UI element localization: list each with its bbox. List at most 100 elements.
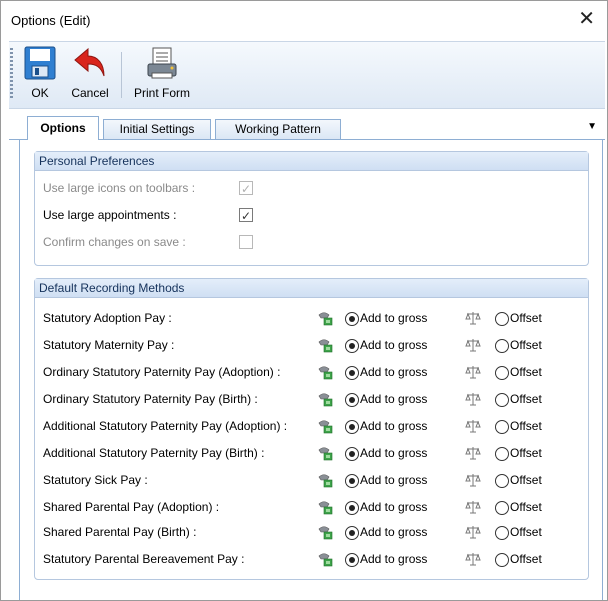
large-icons-checkbox: ✓	[239, 181, 253, 196]
offset-radio[interactable]	[495, 553, 509, 567]
recording-row-label: Statutory Maternity Pay :	[43, 338, 175, 352]
add-to-gross-label[interactable]: Add to gross	[360, 549, 427, 569]
offset-label[interactable]: Offset	[510, 497, 542, 517]
add-to-gross-label[interactable]: Add to gross	[360, 335, 427, 355]
print-form-label: Print Form	[133, 86, 190, 100]
default-recording-methods-group: Default Recording Methods Statutory Adop…	[34, 278, 589, 580]
add-to-gross-label[interactable]: Add to gross	[360, 497, 427, 517]
recording-row: Additional Statutory Paternity Pay (Adop…	[43, 416, 583, 436]
add-to-gross-label[interactable]: Add to gross	[360, 470, 427, 490]
offset-radio[interactable]	[495, 312, 509, 326]
offset-radio[interactable]	[495, 339, 509, 353]
radio-dot	[349, 478, 355, 484]
offset-label[interactable]: Offset	[510, 362, 542, 382]
recording-row-label: Statutory Parental Bereavement Pay :	[43, 552, 245, 566]
offset-label[interactable]: Offset	[510, 522, 542, 542]
print-form-button[interactable]: Print Form	[127, 44, 197, 104]
check-mark-icon: ✓	[241, 182, 252, 196]
radio-dot	[349, 557, 355, 563]
add-to-gross-label[interactable]: Add to gross	[360, 389, 427, 409]
add-to-gross-label[interactable]: Add to gross	[360, 416, 427, 436]
scale-icon	[465, 499, 481, 521]
toolbar-separator	[121, 52, 122, 98]
add-to-gross-label[interactable]: Add to gross	[360, 443, 427, 463]
tab-strip: Options Initial Settings Working Pattern…	[9, 113, 605, 140]
add-to-gross-radio[interactable]	[345, 474, 359, 488]
add-to-gross-radio[interactable]	[345, 447, 359, 461]
scale-icon	[465, 472, 481, 494]
tab-initial-settings[interactable]: Initial Settings	[103, 119, 211, 139]
radio-dot	[349, 451, 355, 457]
ok-button[interactable]: OK	[17, 44, 63, 104]
personal-preferences-header: Personal Preferences	[35, 152, 588, 171]
money-add-icon	[317, 524, 333, 546]
pref-label: Confirm changes on save :	[43, 235, 186, 249]
offset-radio[interactable]	[495, 526, 509, 540]
tab-options[interactable]: Options	[27, 116, 99, 140]
default-recording-methods-header: Default Recording Methods	[35, 279, 588, 298]
recording-row-label: Shared Parental Pay (Birth) :	[43, 525, 197, 539]
cancel-button[interactable]: Cancel	[65, 44, 115, 104]
radio-dot	[349, 530, 355, 536]
offset-label[interactable]: Offset	[510, 416, 542, 436]
recording-row: Shared Parental Pay (Birth) : Add to gros…	[43, 522, 583, 542]
add-to-gross-radio[interactable]	[345, 312, 359, 326]
add-to-gross-radio[interactable]	[345, 420, 359, 434]
scale-icon	[465, 310, 481, 332]
recording-row-label: Ordinary Statutory Paternity Pay (Adopti…	[43, 365, 281, 379]
offset-radio[interactable]	[495, 366, 509, 380]
money-add-icon	[317, 364, 333, 386]
offset-label[interactable]: Offset	[510, 549, 542, 569]
title-bar: Options (Edit) ✕	[1, 1, 607, 41]
undo-arrow-icon	[74, 47, 105, 77]
toolbar-grip[interactable]	[10, 48, 13, 100]
money-add-icon	[317, 551, 333, 573]
pref-label: Use large appointments :	[43, 208, 177, 222]
close-icon[interactable]: ✕	[578, 9, 595, 29]
offset-label[interactable]: Offset	[510, 443, 542, 463]
offset-label[interactable]: Offset	[510, 389, 542, 409]
radio-dot	[349, 316, 355, 322]
recording-row-label: Additional Statutory Paternity Pay (Birt…	[43, 446, 265, 460]
large-appointments-checkbox[interactable]: ✓	[239, 208, 253, 223]
recording-row: Statutory Maternity Pay : Add to gross Off…	[43, 335, 583, 355]
offset-radio[interactable]	[495, 420, 509, 434]
tab-working-pattern[interactable]: Working Pattern	[215, 119, 341, 139]
offset-label[interactable]: Offset	[510, 335, 542, 355]
add-to-gross-radio[interactable]	[345, 553, 359, 567]
recording-row: Shared Parental Pay (Adoption) : Add to g…	[43, 497, 583, 517]
confirm-changes-checkbox	[239, 235, 253, 249]
recording-row: Ordinary Statutory Paternity Pay (Birth)…	[43, 389, 583, 409]
offset-radio[interactable]	[495, 393, 509, 407]
pref-row-large-appointments: Use large appointments : ✓	[43, 205, 343, 225]
add-to-gross-radio[interactable]	[345, 526, 359, 540]
scale-icon	[465, 364, 481, 386]
recording-row: Additional Statutory Paternity Pay (Birt…	[43, 443, 583, 463]
money-add-icon	[317, 499, 333, 521]
add-to-gross-label[interactable]: Add to gross	[360, 308, 427, 328]
offset-label[interactable]: Offset	[510, 470, 542, 490]
offset-radio[interactable]	[495, 501, 509, 515]
radio-dot	[349, 370, 355, 376]
radio-dot	[349, 343, 355, 349]
pref-row-confirm-changes: Confirm changes on save :	[43, 232, 343, 252]
tab-dropdown-icon[interactable]: ▼	[587, 121, 597, 132]
pref-row-large-icons: Use large icons on toolbars : ✓	[43, 178, 343, 198]
radio-dot	[349, 397, 355, 403]
offset-radio[interactable]	[495, 474, 509, 488]
add-to-gross-radio[interactable]	[345, 393, 359, 407]
ok-label: OK	[31, 86, 49, 100]
add-to-gross-radio[interactable]	[345, 501, 359, 515]
add-to-gross-label[interactable]: Add to gross	[360, 522, 427, 542]
offset-radio[interactable]	[495, 447, 509, 461]
recording-row: Statutory Parental Bereavement Pay : Add …	[43, 549, 583, 569]
add-to-gross-radio[interactable]	[345, 339, 359, 353]
money-add-icon	[317, 337, 333, 359]
window-title: Options (Edit)	[11, 13, 91, 28]
add-to-gross-label[interactable]: Add to gross	[360, 362, 427, 382]
personal-preferences-group: Personal Preferences Use large icons on …	[34, 151, 589, 266]
offset-label[interactable]: Offset	[510, 308, 542, 328]
radio-dot	[349, 424, 355, 430]
add-to-gross-radio[interactable]	[345, 366, 359, 380]
recording-row: Statutory Adoption Pay : Add to gross Offs…	[43, 308, 583, 328]
